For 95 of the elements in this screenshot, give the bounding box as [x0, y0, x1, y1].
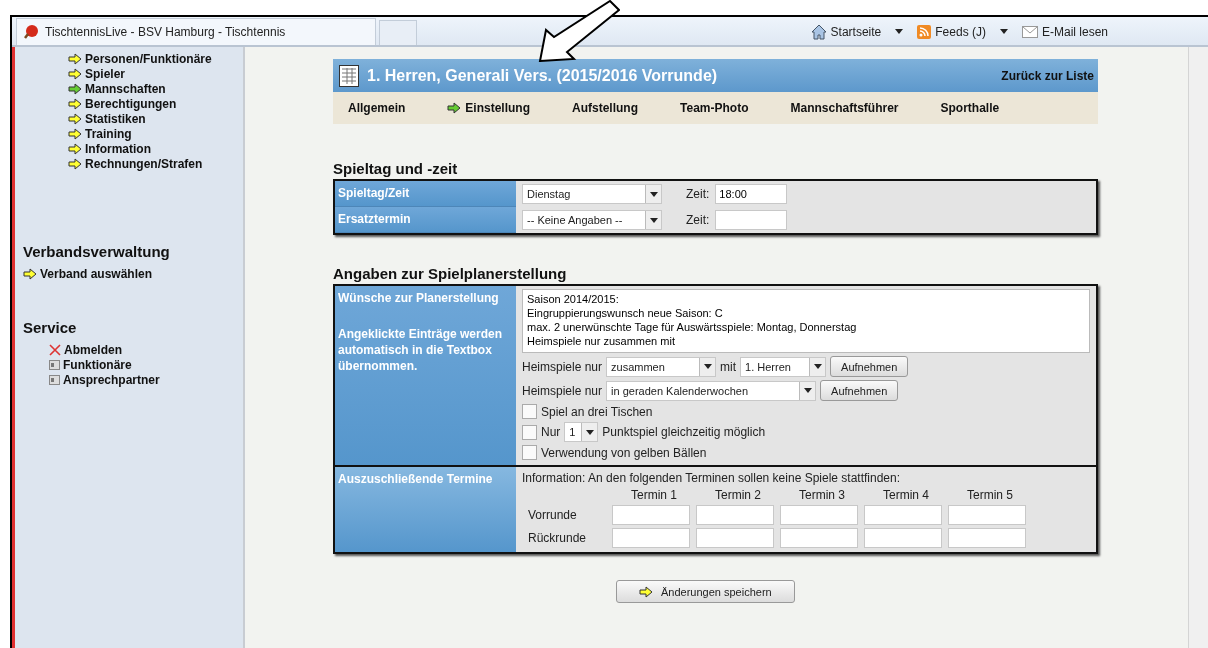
- card-icon: [49, 374, 60, 385]
- select-field[interactable]: 1. Herren: [740, 356, 827, 377]
- select-field[interactable]: zusammen: [606, 356, 717, 377]
- cross-icon: [49, 343, 61, 356]
- arrow-icon: [23, 267, 37, 280]
- sidebar-item[interactable]: Verband auswählen: [15, 266, 243, 281]
- caret-icon: [813, 364, 822, 369]
- column-header: Termin 3: [798, 488, 846, 502]
- row-text: Heimspiele nur: [522, 383, 603, 398]
- wishes-label: Wünsche zur Planerstellung: [338, 290, 500, 306]
- row-text: mit: [720, 359, 737, 374]
- tab[interactable]: Aufstellung: [572, 101, 639, 115]
- round-label: Rückrunde: [528, 531, 588, 545]
- arrow-icon: [447, 102, 462, 114]
- dropdown-icon[interactable]: [895, 29, 904, 34]
- section-heading: Angaben zur Spielplanerstellung: [333, 265, 568, 282]
- checkbox[interactable]: [522, 424, 537, 440]
- date-field[interactable]: [612, 505, 690, 525]
- back-link[interactable]: Zurück zur Liste: [1001, 68, 1094, 83]
- feed-icon: [917, 24, 932, 39]
- date-field[interactable]: [696, 528, 774, 548]
- date-field[interactable]: [948, 505, 1026, 525]
- browser-tab[interactable]: TischtennisLive - BSV Hamburg - Tischtennis: [16, 18, 376, 45]
- round-label: Vorrunde: [528, 508, 578, 522]
- sidebar-item[interactable]: Personen/Funktionäre: [68, 51, 243, 66]
- tab[interactable]: Allgemein: [348, 101, 406, 115]
- tab[interactable]: Einstellung: [447, 101, 531, 115]
- select-field[interactable]: Dienstag: [522, 184, 662, 204]
- option-text: Nur: [541, 425, 561, 439]
- section-title: Verbandsverwaltung: [23, 243, 171, 260]
- sidebar-item[interactable]: Information: [68, 141, 243, 156]
- caret-icon: [649, 191, 658, 197]
- sidebar-item[interactable]: Spieler: [68, 66, 243, 81]
- section-heading: Spieltag und -zeit: [333, 160, 459, 177]
- toolbar-button[interactable]: Startseite: [810, 23, 882, 40]
- toolbar-button[interactable]: Feeds (J): [917, 24, 986, 39]
- toolbar-button[interactable]: E-Mail lesen: [1021, 24, 1108, 39]
- option-text: Punktspiel gleichzeitig möglich: [602, 425, 766, 439]
- caret-icon: [649, 217, 658, 223]
- row-label: Ersatztermin: [335, 207, 516, 233]
- option-text: Verwendung von gelben Bällen: [541, 445, 707, 460]
- row-text: Heimspiele nur: [522, 359, 603, 374]
- tab[interactable]: Sporthalle: [940, 101, 1000, 115]
- checkbox[interactable]: [522, 404, 537, 419]
- tab[interactable]: Team-Photo: [680, 101, 749, 115]
- card-icon: [49, 359, 60, 370]
- date-field[interactable]: [864, 505, 942, 525]
- option-text: Spiel an drei Tischen: [541, 404, 653, 419]
- paddle-icon: [23, 24, 39, 40]
- page-title: 1. Herren, Generali Vers. (2015/2016 Vorrunde): [367, 66, 718, 85]
- select-field[interactable]: 1: [564, 422, 599, 442]
- hint-text: Angeklickte Einträge werden automatisch in die Textbox übernommen.: [338, 326, 504, 374]
- checkbox[interactable]: [522, 445, 537, 460]
- save-button[interactable]: Änderungen speichern: [616, 580, 795, 603]
- sidebar-item[interactable]: Rechnungen/Strafen: [68, 156, 243, 171]
- row-label: Auszuschließende Termine: [335, 465, 516, 552]
- section-title: Service: [23, 319, 78, 336]
- sidebar-item[interactable]: Ansprechpartner: [15, 372, 243, 387]
- select-field[interactable]: -- Keine Angaben --: [522, 210, 662, 230]
- date-field[interactable]: [780, 505, 858, 525]
- select-field[interactable]: in geraden Kalenderwochen: [606, 380, 817, 401]
- caret-icon: [803, 388, 812, 393]
- time-field[interactable]: [715, 210, 788, 230]
- column-header: Termin 2: [714, 488, 762, 502]
- date-field[interactable]: [612, 528, 690, 548]
- sidebar-item[interactable]: Training: [68, 126, 243, 141]
- info-text: Information: An den folgenden Terminen sollen keine Spiele stattfinden:: [522, 471, 902, 485]
- time-label: Zeit:: [686, 187, 710, 201]
- sidebar-item[interactable]: Funktionäre: [15, 357, 243, 372]
- sidebar-item[interactable]: Mannschaften: [68, 81, 243, 96]
- sidebar-item[interactable]: Statistiken: [68, 111, 243, 126]
- wishes-textarea[interactable]: Saison 2014/2015: Eingruppierungswunsch neue Saison: C max. 2 unerwünschte Tage für Auswärtsspiele: Montag, Donnerstag Heimspiele nur zusammen mit: [522, 289, 1090, 353]
- tab[interactable]: Mannschaftsführer: [790, 101, 899, 115]
- envelope-icon: [1021, 25, 1038, 38]
- add-button[interactable]: Aufnehmen: [830, 356, 909, 377]
- column-header: Termin 1: [630, 488, 678, 502]
- new-tab[interactable]: [379, 20, 417, 45]
- date-field[interactable]: [948, 528, 1026, 548]
- sidebar-item[interactable]: Berechtigungen: [68, 96, 243, 111]
- caret-icon: [703, 364, 712, 369]
- caret-icon: [585, 429, 594, 435]
- date-field[interactable]: [780, 528, 858, 548]
- row-label: Spieltag/Zeit: [335, 181, 516, 207]
- arrow-icon: [639, 585, 653, 598]
- table-icon: [339, 64, 359, 87]
- house-icon: [810, 23, 827, 40]
- time-field[interactable]: 18:00: [715, 184, 788, 204]
- sidebar-item[interactable]: Abmelden: [15, 342, 243, 357]
- time-label: Zeit:: [686, 213, 710, 227]
- date-field[interactable]: [864, 528, 942, 548]
- add-button[interactable]: Aufnehmen: [820, 380, 899, 401]
- column-header: Termin 5: [966, 488, 1014, 502]
- dropdown-icon[interactable]: [999, 29, 1008, 34]
- date-field[interactable]: [696, 505, 774, 525]
- column-header: Termin 4: [882, 488, 930, 502]
